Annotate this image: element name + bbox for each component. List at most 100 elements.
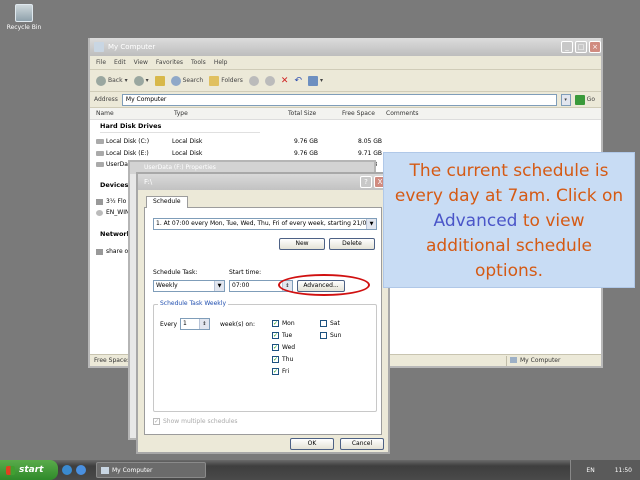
taskbar: start My Computer EN 11:50: [0, 460, 640, 480]
status-free-space: Free Space:: [94, 357, 129, 364]
back-button[interactable]: Back ▾: [96, 75, 128, 86]
my-computer-status-icon: [510, 357, 517, 363]
checkbox-wed[interactable]: ✓ Wed: [272, 344, 295, 351]
recycle-bin-label: Recycle Bin: [6, 24, 42, 31]
go-button[interactable]: Go: [574, 94, 601, 105]
recycle-bin-desktop-icon[interactable]: Recycle Bin: [4, 4, 44, 31]
menu-bar: File Edit View Favorites Tools Help: [90, 56, 601, 70]
drive-row[interactable]: Local Disk (C:) Local Disk 9.76 GB 8.05 …: [96, 138, 396, 148]
callout-text-1: The current schedule is every day at 7am…: [394, 161, 624, 206]
schedule-task-weekly-group: Schedule Task Weekly Every 1 ⇕ week(s) o…: [153, 300, 377, 412]
quick-launch-desktop-icon[interactable]: [62, 465, 72, 475]
group-divider: [100, 132, 260, 133]
menu-edit[interactable]: Edit: [114, 59, 126, 66]
standard-toolbar: Back ▾ ▾ Search Folders ✕ ↶ ▾: [90, 70, 601, 92]
hard-disk-icon: [96, 139, 104, 144]
dialog-title-bar[interactable]: F:\ ? X: [138, 174, 388, 190]
hard-disk-icon: [96, 162, 104, 167]
computer-icon: [94, 42, 104, 52]
schedule-task-select[interactable]: Weekly ▼: [153, 280, 225, 292]
menu-favorites[interactable]: Favorites: [156, 59, 183, 66]
menu-file[interactable]: File: [96, 59, 106, 66]
checkbox-fri[interactable]: ✓ Fri: [272, 368, 289, 375]
forward-button[interactable]: ▾: [133, 75, 149, 86]
quick-launch-ie-icon[interactable]: [76, 465, 86, 475]
delete-schedule-button[interactable]: Delete: [329, 238, 375, 250]
undo-button[interactable]: ↶: [294, 76, 302, 86]
forward-arrow-icon: [133, 75, 144, 86]
windows-logo-icon: [6, 465, 15, 475]
checkbox-sun[interactable]: Sun: [320, 332, 341, 339]
maximize-button[interactable]: □: [575, 41, 587, 53]
chevron-down-icon: ▼: [214, 281, 224, 291]
copy-to-icon: [264, 75, 275, 86]
address-label: Address: [94, 96, 118, 103]
menu-view[interactable]: View: [134, 59, 148, 66]
column-header: Name Type Total Size Free Space Comments: [90, 108, 601, 120]
drive-row[interactable]: Local Disk (E:) Local Disk 9.76 GB 9.71 …: [96, 150, 396, 160]
address-dropdown-button[interactable]: ▾: [560, 93, 571, 106]
checkbox-sat[interactable]: Sat: [320, 320, 340, 327]
language-indicator[interactable]: EN: [586, 467, 594, 474]
start-time-label: Start time:: [229, 269, 262, 276]
every-label: Every: [160, 321, 178, 328]
new-button[interactable]: New: [279, 238, 325, 250]
views-button[interactable]: ▾: [308, 75, 323, 86]
views-icon: [308, 75, 318, 86]
group-network: Network: [100, 230, 131, 238]
status-location: My Computer: [520, 357, 561, 364]
move-to-button[interactable]: [248, 75, 259, 86]
computer-icon: [101, 466, 109, 474]
group-devices: Devices: [100, 181, 129, 189]
show-multiple-schedules-checkbox[interactable]: ✓ Show multiple schedules: [153, 418, 238, 425]
cd-drive-icon: [96, 210, 103, 216]
close-button[interactable]: ×: [589, 41, 601, 53]
title-bar[interactable]: My Computer _ □ ×: [90, 38, 601, 56]
menu-help[interactable]: Help: [214, 59, 228, 66]
checkbox-tue[interactable]: ✓ Tue: [272, 332, 292, 339]
taskbar-item-my-computer[interactable]: My Computer: [96, 462, 206, 478]
schedule-list-select[interactable]: 1. At 07:00 every Mon, Tue, Wed, Thu, Fr…: [153, 218, 377, 230]
col-name[interactable]: Name: [96, 110, 114, 117]
folders-button[interactable]: Folders: [209, 75, 243, 86]
tab-schedule[interactable]: Schedule: [146, 196, 188, 208]
address-input[interactable]: My Computer: [121, 93, 557, 106]
start-button[interactable]: start: [0, 460, 58, 480]
floppy-icon: [96, 199, 103, 205]
folders-icon: [209, 75, 220, 86]
callout-highlight: Advanced: [433, 211, 518, 231]
window-title: My Computer: [108, 43, 156, 51]
delete-button[interactable]: ✕: [281, 76, 289, 86]
go-arrow-icon: [574, 94, 585, 105]
checkbox-mon[interactable]: ✓ Mon: [272, 320, 295, 327]
group-title: Schedule Task Weekly: [158, 300, 228, 307]
copy-to-button[interactable]: [264, 75, 275, 86]
status-divider: [506, 356, 507, 366]
checkmark-icon: ✓: [272, 332, 279, 339]
col-free-space[interactable]: Free Space: [342, 110, 375, 117]
back-arrow-icon: [96, 75, 106, 86]
ok-button[interactable]: OK: [290, 438, 334, 450]
menu-tools[interactable]: Tools: [191, 59, 206, 66]
weeks-on-label: week(s) on:: [220, 321, 255, 328]
checkbox-thu[interactable]: ✓ Thu: [272, 356, 293, 363]
up-folder-icon: [154, 75, 165, 86]
help-button[interactable]: ?: [360, 176, 372, 188]
recycle-bin-icon: [15, 4, 33, 22]
col-comments[interactable]: Comments: [386, 110, 419, 117]
search-button[interactable]: Search: [170, 75, 203, 86]
checkmark-icon: ✓: [272, 368, 279, 375]
schedule-dialog: F:\ ? X Schedule 1. At 07:00 every Mon, …: [136, 172, 390, 454]
minimize-button[interactable]: _: [561, 41, 573, 53]
group-hard-disk-drives: Hard Disk Drives: [100, 122, 162, 130]
col-total-size[interactable]: Total Size: [288, 110, 316, 117]
every-weeks-spinner[interactable]: 1 ⇕: [180, 318, 210, 330]
cancel-button[interactable]: Cancel: [340, 438, 384, 450]
hard-disk-icon: [96, 151, 104, 156]
clock[interactable]: 11:50: [615, 467, 632, 474]
system-tray: EN 11:50: [570, 460, 640, 480]
up-folder-button[interactable]: [154, 75, 165, 86]
checkmark-icon: ✓: [272, 344, 279, 351]
col-type[interactable]: Type: [174, 110, 188, 117]
undo-icon: ↶: [294, 75, 302, 86]
